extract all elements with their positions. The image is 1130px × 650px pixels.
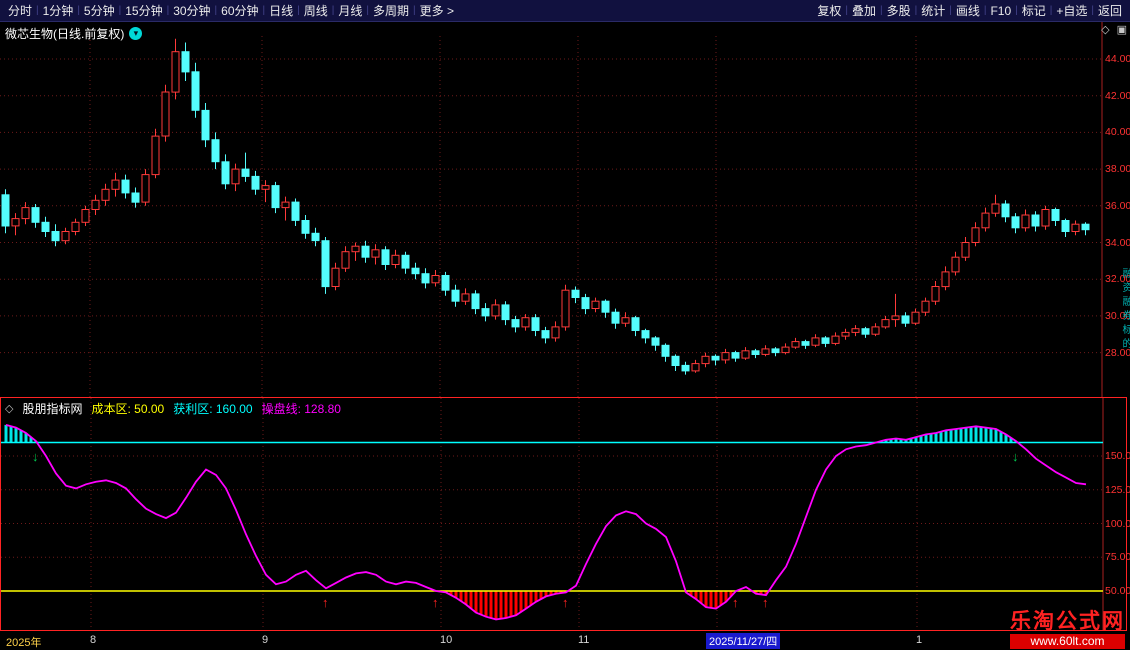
- watermark: 乐淘公式网 www.60lt.com: [1010, 610, 1125, 649]
- period-menu-item-8[interactable]: 月线: [334, 2, 366, 19]
- date-axis: 2025年 8 9 10 11 2025/11/27/四 1: [0, 632, 1130, 650]
- expand-badge-icon[interactable]: ▾: [129, 27, 142, 40]
- indicator-axis-label: 125.0: [1105, 484, 1130, 496]
- tool-menu-item-7[interactable]: +自选: [1052, 2, 1091, 19]
- sell-arrow: ↓: [32, 449, 39, 464]
- indicator-title-bar: ◇ 股朋指标网成本区: 50.00 获利区: 160.00 操盘线: 128.80: [5, 400, 341, 417]
- diamond-icon[interactable]: ◇: [1101, 23, 1109, 36]
- tool-menu-item-5[interactable]: F10: [986, 4, 1015, 18]
- price-label: 44.00: [1105, 53, 1130, 65]
- buy-arrow: ↑: [432, 595, 439, 610]
- tool-menu-item-3[interactable]: 统计: [917, 2, 949, 19]
- window-icon[interactable]: ▣: [1117, 23, 1127, 36]
- candlesticks: [2, 39, 1089, 375]
- watermark-url: www.60lt.com: [1010, 634, 1125, 649]
- indicator-chart[interactable]: ↑ ↑ ↑ ↑ ↑ ↓ ↓: [1, 398, 1104, 630]
- margin-tradable-label: 融资融券标的: [1118, 268, 1130, 352]
- tools-menu: 复权|叠加|多股|统计|画线|F10|标记|+自选|返回: [813, 2, 1126, 19]
- indicator-axis-label: 100.0: [1105, 518, 1130, 530]
- sell-arrow: ↓: [1012, 449, 1019, 464]
- top-menu-bar: 分时|1分钟|5分钟|15分钟|30分钟|60分钟|日线|周线|月线|多周期|更…: [0, 0, 1130, 22]
- tool-menu-item-4[interactable]: 画线: [952, 2, 984, 19]
- candlestick-chart[interactable]: [0, 22, 1103, 397]
- stock-title: 微芯生物(日线.前复权): [5, 25, 124, 42]
- price-label: 36.00: [1105, 200, 1130, 212]
- indicator-axis-label: 50.00: [1105, 585, 1130, 597]
- tool-menu-item-8[interactable]: 返回: [1094, 2, 1126, 19]
- period-menu-item-10[interactable]: 更多 >: [416, 2, 458, 19]
- indicator-field-0: 成本区: 50.00: [91, 400, 164, 417]
- date-tick: 9: [262, 634, 268, 646]
- buy-arrow: ↑: [762, 595, 769, 610]
- price-label: 34.00: [1105, 237, 1130, 249]
- main-chart-panel[interactable]: 微芯生物(日线.前复权) ▾ ◇ ▣ 44.00 42.00 40.00 38.00 3…: [0, 22, 1130, 397]
- chart-corner-icons: ◇ ▣: [1101, 23, 1127, 36]
- indicator-panel[interactable]: ↑ ↑ ↑ ↑ ↑ ↓ ↓ ◇ 股朋指标网成本区: 50.00 获利区: 160.00 操盘线: …: [0, 397, 1127, 631]
- price-label: 38.00: [1105, 163, 1130, 175]
- period-menu-item-2[interactable]: 5分钟: [80, 2, 119, 19]
- date-tick: 2025年: [6, 634, 41, 650]
- indicator-diamond-icon[interactable]: ◇: [5, 402, 13, 415]
- date-tick: 1: [916, 634, 922, 646]
- period-menu-item-1[interactable]: 1分钟: [39, 2, 78, 19]
- watermark-title: 乐淘公式网: [1010, 610, 1125, 633]
- tool-menu-item-2[interactable]: 多股: [883, 2, 915, 19]
- tool-menu-item-1[interactable]: 叠加: [848, 2, 880, 19]
- period-menu-item-4[interactable]: 30分钟: [169, 2, 214, 19]
- period-menu-item-5[interactable]: 60分钟: [217, 2, 262, 19]
- indicator-axis-label: 150.0: [1105, 450, 1130, 462]
- period-menu-item-6[interactable]: 日线: [265, 2, 297, 19]
- indicator-curve: [6, 425, 1086, 620]
- indicator-field-1: 获利区: 160.00: [173, 400, 252, 417]
- date-tick: 8: [90, 634, 96, 646]
- tool-menu-item-6[interactable]: 标记: [1018, 2, 1050, 19]
- period-menu: 分时|1分钟|5分钟|15分钟|30分钟|60分钟|日线|周线|月线|多周期|更…: [4, 2, 458, 19]
- buy-arrow: ↑: [562, 595, 569, 610]
- date-tick: 10: [440, 634, 452, 646]
- price-label: 42.00: [1105, 90, 1130, 102]
- price-label: 40.00: [1105, 126, 1130, 138]
- date-tick: 11: [578, 634, 589, 646]
- period-menu-item-0[interactable]: 分时: [4, 2, 36, 19]
- indicator-name: 股朋指标网: [22, 400, 82, 417]
- period-menu-item-9[interactable]: 多周期: [369, 2, 413, 19]
- tool-menu-item-0[interactable]: 复权: [813, 2, 845, 19]
- period-menu-item-7[interactable]: 周线: [300, 2, 332, 19]
- period-menu-item-3[interactable]: 15分钟: [121, 2, 166, 19]
- indicator-axis-label: 75.00: [1105, 551, 1130, 563]
- cursor-date-label: 2025/11/27/四: [706, 633, 780, 649]
- buy-arrow: ↑: [322, 595, 329, 610]
- indicator-field-2: 操盘线: 128.80: [262, 400, 341, 417]
- indicator-histogram: [5, 425, 1018, 620]
- chart-title-bar: 微芯生物(日线.前复权) ▾: [5, 25, 142, 42]
- buy-arrow: ↑: [732, 595, 739, 610]
